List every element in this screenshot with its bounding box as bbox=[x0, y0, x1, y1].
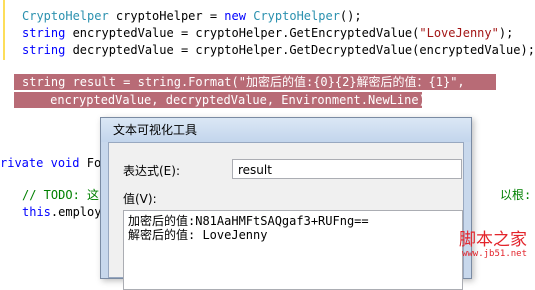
watermark: 脚本之家 www.jb51.net bbox=[459, 231, 527, 259]
watermark-url: www.jb51.net bbox=[461, 249, 527, 259]
code-line-comment-tail: 以根: bbox=[500, 188, 532, 202]
code-line-method: rivate void Fo bbox=[0, 156, 102, 170]
dialog-title[interactable]: 文本可视化工具 bbox=[101, 118, 471, 142]
value-label: 值(V): bbox=[123, 192, 157, 206]
value-line-1: 加密后的值:N81AaHMFtSAQgaf3+RUFng== bbox=[128, 214, 369, 228]
expression-label: 表达式(E): bbox=[123, 164, 180, 178]
code-line-comment: // TODO: 这 bbox=[22, 188, 100, 202]
code-line-3: string decryptedValue = cryptoHelper.Get… bbox=[22, 43, 535, 57]
code-line-2: string encryptedValue = cryptoHelper.Get… bbox=[22, 26, 514, 40]
expression-input[interactable]: result bbox=[232, 159, 462, 179]
text-visualizer-dialog: 文本可视化工具 表达式(E): result 值(V): 加密后的值:N81Aa… bbox=[100, 117, 472, 290]
code-line-this: this.employ bbox=[22, 205, 102, 219]
selected-code-line-2[interactable]: encryptedValue, decryptedValue, Environm… bbox=[14, 92, 433, 108]
dialog-body: 表达式(E): result 值(V): 加密后的值:N81AaHMFtSAQg… bbox=[108, 142, 464, 290]
code-line-1: CryptoHelper cryptoHelper = new CryptoHe… bbox=[22, 9, 362, 23]
change-indicator bbox=[3, 0, 5, 60]
value-line-2: 解密后的值: LoveJenny bbox=[128, 228, 268, 242]
value-textarea[interactable]: 加密后的值:N81AaHMFtSAQgaf3+RUFng== 解密后的值: Lov… bbox=[123, 210, 463, 290]
selected-code-line-1[interactable]: string result = string.Format("加密后的值:{0}… bbox=[22, 74, 465, 90]
watermark-logo-text: 脚本之家 bbox=[459, 230, 527, 250]
